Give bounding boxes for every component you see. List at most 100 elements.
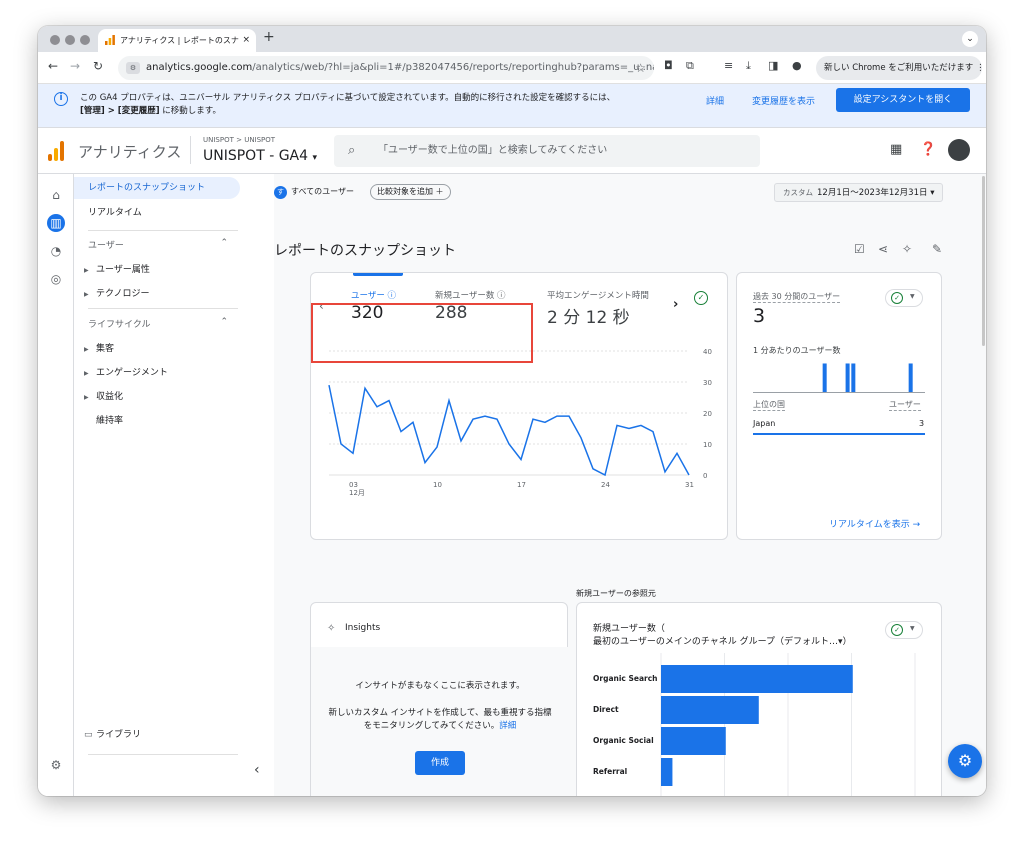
tab-close-icon[interactable]: × xyxy=(242,29,250,52)
settings-gear-fab-icon[interactable]: ⚙ xyxy=(948,744,982,778)
date-range-picker[interactable]: カスタム 12月1日〜2023年12月31日 ▾ xyxy=(774,183,944,202)
back-icon[interactable]: ← xyxy=(48,59,58,73)
segment-badge: す xyxy=(274,186,287,199)
avatar[interactable] xyxy=(948,139,970,161)
realtime-user-count: 3 xyxy=(753,305,766,327)
home-icon[interactable]: ⌂ xyxy=(47,186,65,204)
sidebar-item-monetization[interactable]: ▶ 収益化 xyxy=(84,389,123,402)
collapse-sidebar-icon[interactable]: ‹ xyxy=(254,762,260,778)
minute-bar xyxy=(845,363,850,393)
sidebar-item-library[interactable]: ▭ ライブラリ xyxy=(84,727,141,740)
y-tick-label: 30 xyxy=(703,379,712,387)
country-column-header[interactable]: 上位の国 xyxy=(753,399,785,411)
sidebar-item-snapshot[interactable]: レポートのスナップショット xyxy=(74,177,240,199)
chevron-up-icon[interactable]: ⌃ xyxy=(220,317,228,327)
apps-grid-icon[interactable]: ▦ xyxy=(890,142,902,157)
side-panel-icon[interactable]: ◨ xyxy=(768,59,778,72)
users-metric-label[interactable]: ユーザー ⓘ xyxy=(351,289,396,301)
category-label: Organic Social xyxy=(593,736,654,745)
sidebar-item-user-attributes[interactable]: ▶ ユーザー属性 xyxy=(84,262,150,275)
site-settings-icon[interactable]: ⚙ xyxy=(126,62,140,74)
admin-gear-icon[interactable]: ⚙ xyxy=(47,756,65,774)
advertising-icon[interactable]: ◎ xyxy=(47,270,65,288)
setup-assistant-button[interactable]: 設定アシスタントを開く xyxy=(836,88,970,112)
tab-search-icon[interactable]: ⌄ xyxy=(962,31,978,47)
property-selector[interactable]: UNISPOT - GA4 ▾ xyxy=(203,148,317,164)
channel-options-button[interactable]: ✓ ▼ xyxy=(885,621,923,639)
analytics-logo[interactable] xyxy=(48,141,66,161)
explore-icon[interactable]: ◔ xyxy=(47,242,65,260)
category-label: Organic Search xyxy=(593,674,658,683)
view-history-link[interactable]: 変更履歴を表示 xyxy=(752,94,815,107)
channel-bar xyxy=(661,696,759,724)
profile-icon[interactable]: ● xyxy=(792,59,802,72)
sidebar-item-engagement[interactable]: ▶ エンゲージメント xyxy=(84,365,168,378)
reading-list-icon[interactable]: ≡ xyxy=(724,59,733,72)
sidebar-item-acquisition[interactable]: ▶ 集客 xyxy=(84,341,114,354)
maximize-window-dot[interactable] xyxy=(80,35,90,45)
insights-icon[interactable]: ✧ xyxy=(902,242,912,256)
per-minute-bar-chart xyxy=(753,363,925,393)
x-tick-label: 12月 xyxy=(349,489,365,497)
insights-card: ✧ Insights インサイトがまもなくここに表示されます。 新しいカスタム … xyxy=(310,602,569,796)
channel-card-title[interactable]: 新規ユーザー数（ 最初のユーザーのメインのチャネル グループ（デフォルト…▾） xyxy=(593,621,852,647)
segment-chip[interactable]: すすべてのユーザー xyxy=(274,184,354,200)
new-users-metric-label[interactable]: 新規ユーザー数 ⓘ xyxy=(435,289,506,301)
channel-bar xyxy=(661,665,853,693)
customize-report-icon[interactable]: ☑ xyxy=(854,242,865,256)
sidebar-label: ライブラリ xyxy=(96,730,142,740)
insights-sparkle-icon: ✧ xyxy=(327,623,336,634)
sidebar-section-lifecycle[interactable]: ライフサイクル xyxy=(88,317,228,330)
insights-placeholder-text: インサイトがまもなくここに表示されます。 xyxy=(355,681,525,691)
sidebar-section-user[interactable]: ユーザー xyxy=(88,238,228,251)
users-column-header[interactable]: ユーザー xyxy=(889,399,921,411)
sidebar-item-retention[interactable]: 維持率 xyxy=(96,413,123,426)
nav-rail: ⌂ ▥ ◔ ◎ ⚙ xyxy=(38,174,74,796)
new-tab-button[interactable]: + xyxy=(263,29,275,45)
referral-section-title: 新規ユーザーの参照元 xyxy=(576,589,656,598)
close-window-dot[interactable] xyxy=(50,35,60,45)
forward-icon[interactable]: → xyxy=(70,59,80,73)
realtime-options-button[interactable]: ✓ ▼ xyxy=(885,289,923,307)
insights-details-link[interactable]: 詳細 xyxy=(499,721,516,731)
sidebar-item-technology[interactable]: ▶ テクノロジー xyxy=(84,286,149,299)
share-icon[interactable]: ⋖ xyxy=(878,242,888,256)
sidebar-label: 収益化 xyxy=(96,392,124,402)
camera-icon[interactable]: ◘ xyxy=(664,59,673,72)
page-title: レポートのスナップショット xyxy=(274,243,456,259)
y-tick-label: 10 xyxy=(703,441,712,449)
create-insight-button[interactable]: 作成 xyxy=(415,751,465,775)
browser-tab[interactable]: アナリティクス | レポートのスナ × xyxy=(98,29,256,52)
y-tick-label: 0 xyxy=(703,472,707,480)
series-line xyxy=(328,384,690,477)
add-comparison-button[interactable]: 比較対象を追加 ＋ xyxy=(370,184,451,200)
chrome-update-label: 新しい Chrome をご利用いただけます xyxy=(824,63,974,73)
chevron-right-icon[interactable]: › xyxy=(673,297,678,312)
minimize-window-dot[interactable] xyxy=(65,35,75,45)
sidebar-divider xyxy=(88,754,238,755)
help-icon[interactable]: ❓ xyxy=(920,142,936,157)
sidebar-item-realtime[interactable]: リアルタイム xyxy=(74,202,274,224)
chrome-update-button[interactable]: 新しい Chrome をご利用いただけます ⋮ xyxy=(816,56,984,80)
extensions-icon[interactable]: ⧉ xyxy=(686,59,694,73)
engagement-metric-value: 2 分 12 秒 xyxy=(547,308,630,328)
reports-icon[interactable]: ▥ xyxy=(47,214,65,232)
app-title: アナリティクス xyxy=(78,143,182,161)
banner-line1: この GA4 プロパティは、ユニバーサル アナリティクス プロパティに基づいて設… xyxy=(80,93,616,103)
edit-pencil-icon[interactable]: ✎ xyxy=(932,242,942,256)
search-input[interactable]: ⌕ 「ユーザー数で上位の国」と検索してみてください xyxy=(334,135,760,167)
details-link[interactable]: 詳細 xyxy=(706,94,724,107)
bookmark-star-icon[interactable]: ☆ xyxy=(635,56,646,80)
new-users-channel-card: 新規ユーザー数（ 最初のユーザーのメインのチャネル グループ（デフォルト…▾） … xyxy=(576,602,942,796)
view-realtime-link[interactable]: リアルタイムを表示 → xyxy=(829,517,920,530)
engagement-metric-label[interactable]: 平均エンゲージメント時間 xyxy=(547,289,665,301)
insights-title: Insights xyxy=(345,623,381,633)
chevron-up-icon[interactable]: ⌃ xyxy=(220,238,228,248)
realtime-card: 過去 30 分間のユーザー ✓ ▼ 3 1 分あたりのユーザー数 上位の国 ユーザ… xyxy=(736,272,942,540)
check-circle-icon[interactable]: ✓ xyxy=(694,291,708,305)
scrollbar[interactable] xyxy=(982,176,985,346)
search-placeholder: 「ユーザー数で上位の国」と検索してみてください xyxy=(378,145,608,156)
reload-icon[interactable]: ↻ xyxy=(93,59,103,73)
download-icon[interactable]: ⤓ xyxy=(746,59,751,73)
address-bar[interactable]: ⚙ analytics.google.com/analytics/web/?hl… xyxy=(118,56,654,80)
